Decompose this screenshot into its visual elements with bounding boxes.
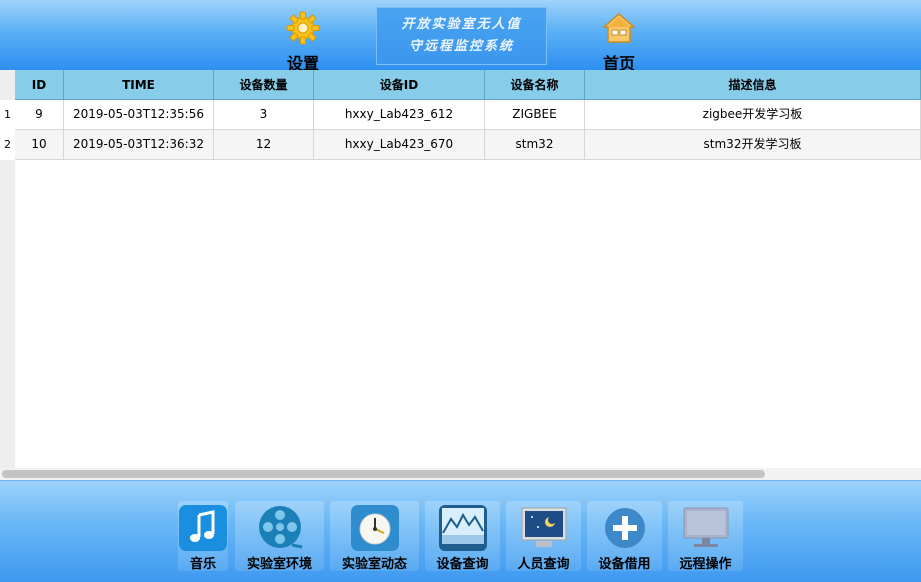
night-sky-monitor-icon — [521, 507, 566, 547]
remote-operation-label: 远程操作 — [679, 557, 732, 572]
cell-device-id[interactable]: hxxy_Lab423_670 — [314, 130, 485, 159]
cell-device-count[interactable]: 12 — [214, 130, 314, 159]
lab-news-label: 实验室动态 — [341, 557, 407, 572]
clock-icon — [350, 505, 399, 551]
lab-news-button[interactable]: 实验室动态 — [330, 501, 419, 572]
table-row[interactable]: 10 2019-05-03T12:36:32 12 hxxy_Lab423_67… — [15, 130, 921, 160]
column-header-device-name[interactable]: 设备名称 — [485, 70, 585, 100]
scrollbar-thumb[interactable] — [2, 470, 765, 478]
device-borrow-label: 设备借用 — [598, 557, 651, 572]
cell-device-id[interactable]: hxxy_Lab423_612 — [314, 100, 485, 129]
cell-time[interactable]: 2019-05-03T12:36:32 — [64, 130, 214, 159]
table-row[interactable]: 9 2019-05-03T12:35:56 3 hxxy_Lab423_612 … — [15, 100, 921, 130]
column-header-id[interactable]: ID — [15, 70, 64, 100]
banner-line-1: 开放实验室无人值 — [401, 17, 522, 32]
music-label: 音乐 — [189, 557, 216, 572]
data-table: ID TIME 设备数量 设备ID 设备名称 描述信息 1 9 2019-05-… — [0, 70, 921, 480]
cell-device-name[interactable]: stm32 — [485, 130, 585, 159]
music-note-icon — [179, 505, 227, 551]
lab-environment-label: 实验室环境 — [246, 557, 312, 572]
film-reel-icon — [258, 506, 302, 549]
row-number[interactable]: 1 — [0, 100, 15, 130]
monitor-icon — [683, 507, 728, 547]
home-button[interactable]: 首页 — [584, 0, 654, 73]
cell-device-count[interactable]: 3 — [214, 100, 314, 129]
house-icon — [602, 13, 636, 43]
personnel-query-button[interactable]: 人员查询 — [506, 501, 581, 572]
settings-button[interactable]: 设置 — [268, 0, 338, 73]
cell-id[interactable]: 10 — [15, 130, 64, 159]
music-button[interactable]: 音乐 — [178, 501, 228, 572]
footer-toolbar: 音乐 实验室环境 实验室动态 设备查询 人员查询 设备借用 远程操作 — [0, 480, 921, 582]
table-header: ID TIME 设备数量 设备ID 设备名称 描述信息 — [15, 70, 921, 100]
plus-icon — [604, 508, 645, 548]
cell-description[interactable]: stm32开发学习板 — [585, 130, 921, 159]
app-window: 设置 开放实验室无人值 守远程监控系统 首页 ID TIME 设备数量 设备ID… — [0, 0, 921, 582]
device-query-label: 设备查询 — [436, 557, 489, 572]
lab-environment-button[interactable]: 实验室环境 — [235, 501, 324, 572]
cell-id[interactable]: 9 — [15, 100, 64, 129]
cell-device-name[interactable]: ZIGBEE — [485, 100, 585, 129]
column-header-description[interactable]: 描述信息 — [585, 70, 921, 100]
gear-icon — [286, 11, 320, 45]
column-header-device-count[interactable]: 设备数量 — [214, 70, 314, 100]
chart-icon — [438, 505, 487, 551]
system-title-banner: 开放实验室无人值 守远程监控系统 — [376, 7, 547, 65]
cell-time[interactable]: 2019-05-03T12:35:56 — [64, 100, 214, 129]
personnel-query-label: 人员查询 — [517, 557, 570, 572]
device-borrow-button[interactable]: 设备借用 — [587, 501, 662, 572]
banner-line-2: 守远程监控系统 — [408, 39, 514, 54]
column-header-device-id[interactable]: 设备ID — [314, 70, 485, 100]
header-bar: 设置 开放实验室无人值 守远程监控系统 首页 — [0, 0, 921, 73]
row-number[interactable]: 2 — [0, 130, 15, 160]
column-header-time[interactable]: TIME — [64, 70, 214, 100]
remote-operation-button[interactable]: 远程操作 — [668, 501, 743, 572]
device-query-button[interactable]: 设备查询 — [425, 501, 500, 572]
cell-description[interactable]: zigbee开发学习板 — [585, 100, 921, 129]
horizontal-scrollbar[interactable] — [0, 468, 921, 480]
